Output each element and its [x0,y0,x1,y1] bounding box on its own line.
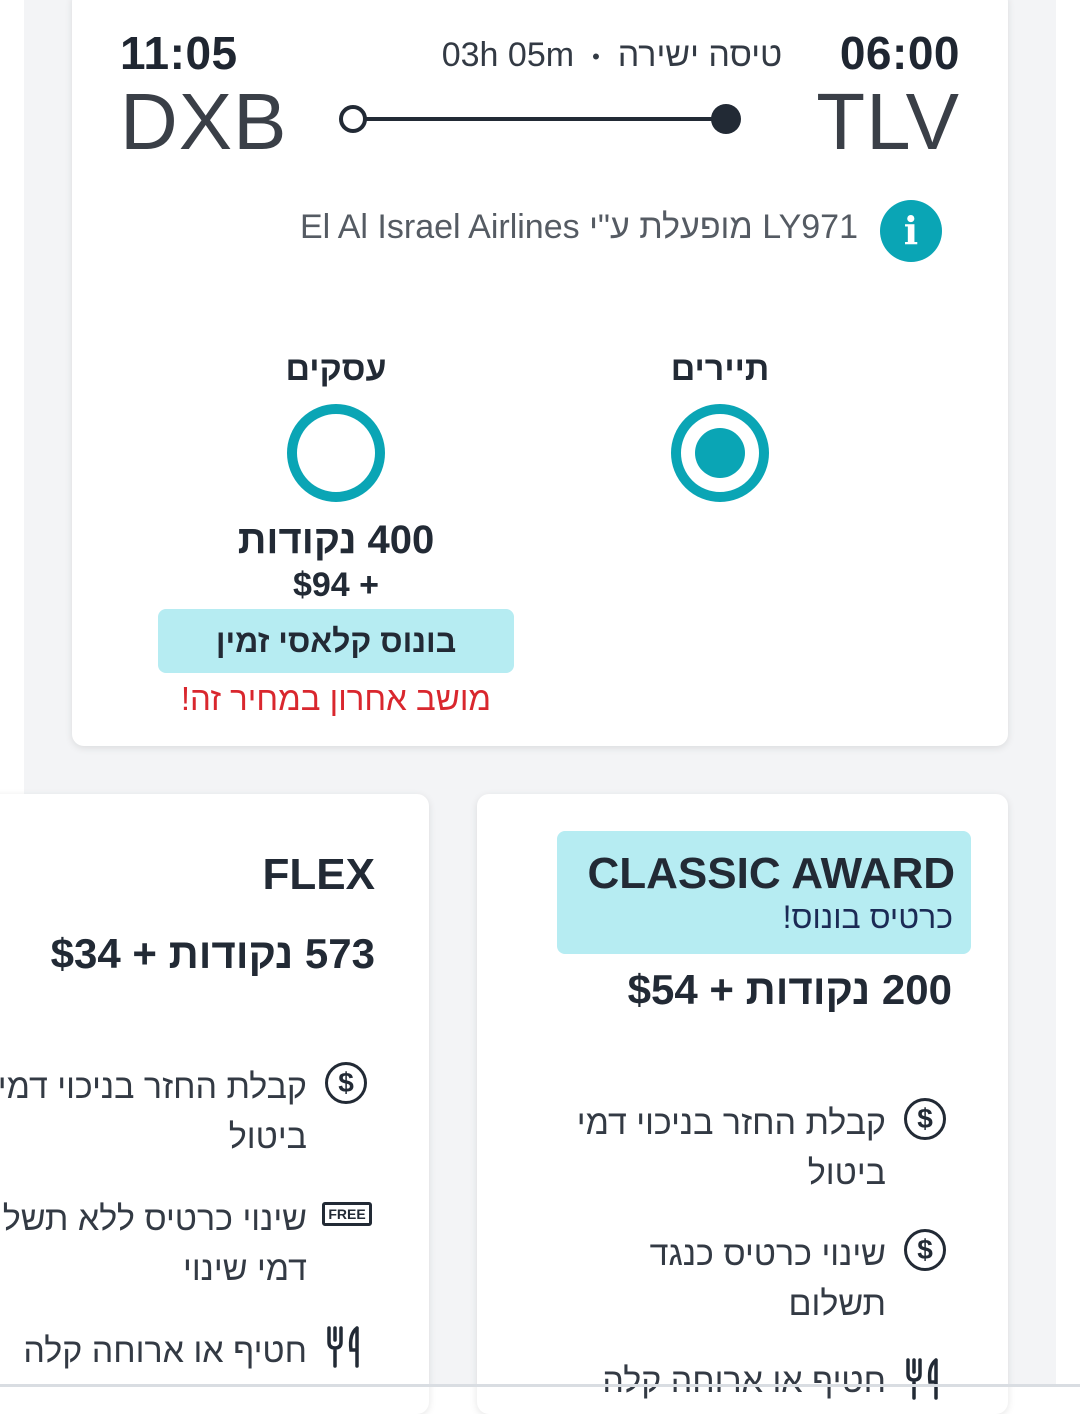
dollar-icon: $ [904,1098,946,1140]
dollar-icon: $ [325,1062,367,1104]
business-cash: + $94 [292,566,380,604]
flight-duration: 03h 05m • טיסה ישירה [412,36,812,75]
fare-card-classic[interactable]: CLASSIC AWARD כרטיס בונוס! 200 נקודות + … [477,794,1008,1414]
radio-selected-dot [695,428,745,478]
flight-summary-card: 11:05 DXB 06:00 TLV 03h 05m • טיסה ישירה L… [72,0,1008,746]
departure-time: 06:00 [839,27,960,79]
cabin-business-radio[interactable] [287,404,385,502]
dollar-icon: $ [904,1229,946,1271]
fare-price-flex: 573 נקודות + $34 [50,930,375,977]
fare-price-classic: 200 נקודות + $54 [627,966,952,1013]
feature-change: שינוי כרטיס ללא תשלום דמי שינוי [0,1200,307,1288]
last-seat-warning: מושב אחרון במחיר זה! [180,680,492,717]
feature-meal: חטיף או ארוחה קלה [23,1332,307,1370]
fare-name-classic: CLASSIC AWARD [587,849,956,898]
meal-icon [327,1326,359,1368]
business-points: 400 נקודות [237,518,435,562]
route-start-marker [339,105,367,133]
route-end-marker [711,104,741,134]
fare-name-flex: FLEX [262,850,375,899]
stop-type: טיסה ישירה [617,36,783,74]
separator-dot: • [592,44,600,70]
cabin-economy-radio[interactable] [671,404,769,502]
cabin-economy-label: תיירים [670,350,770,388]
departure-airport-code: TLV [816,77,960,166]
operator-text: LY971 מופעלת ע"י El Al Israel Airlines [299,208,858,246]
classic-bonus-button[interactable]: בונוס קלאסי זמין [158,609,514,673]
feature-refund: קבלת החזר בניכוי דמי ביטול [0,1068,307,1156]
classic-award-banner: CLASSIC AWARD כרטיס בונוס! [557,831,971,954]
feature-meal: חטיף או ארוחה קלה [602,1362,886,1400]
route-line [352,117,726,121]
fare-subtitle-classic: כרטיס בונוס! [782,899,953,935]
fare-card-flex[interactable]: FLEX 573 נקודות + $34 $ קבלת החזר בניכוי… [0,794,429,1414]
arrival-airport-code: DXB [120,77,288,166]
feature-refund: קבלת החזר בניכוי דמי ביטול [576,1104,886,1192]
cabin-business-label: עסקים [285,350,387,388]
meal-icon [906,1358,938,1400]
duration-text: 03h 05m [441,36,575,74]
info-icon[interactable]: i [880,200,942,262]
feature-change: שינוי כרטיס כנגד תשלום [649,1235,886,1323]
arrival-time: 11:05 [120,27,238,79]
free-icon: FREE [322,1202,372,1226]
